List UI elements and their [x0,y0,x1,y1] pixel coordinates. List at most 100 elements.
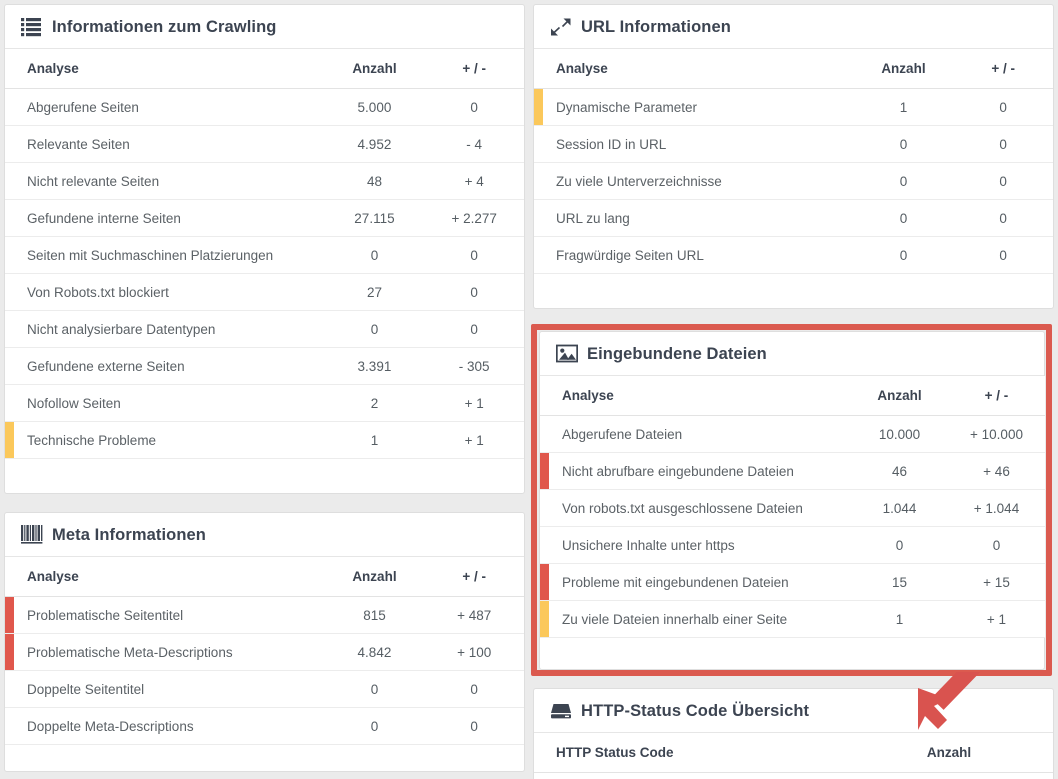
table-row[interactable]: Nicht analysierbare Datentypen 0 0 [5,310,524,348]
row-anzahl-cell: 27.115 [324,199,425,237]
column-header-delta: + / - [424,557,524,597]
row-anzahl-cell: 0 [853,199,954,237]
table-row[interactable]: Fragwürdige Seiten URL 0 0 [534,236,1053,274]
row-delta-cell: + 1 [948,600,1045,638]
severity-marker-red [5,597,14,633]
table-row[interactable]: Seiten mit Suchmaschinen Platzierungen 0 0 [5,236,524,274]
row-label-text: Abgerufene Seiten [27,99,139,115]
table-row[interactable]: Relevante Seiten 4.952- 4 [5,125,524,163]
panel-meta-title: Meta Informationen [52,525,206,544]
row-delta-cell: 0 [953,125,1053,163]
row-delta-cell: 0 [948,526,1045,564]
row-label-cell: Gefundene interne Seiten [5,199,325,237]
row-anzahl-cell: 2 [324,384,425,422]
table-row[interactable]: Gefundene interne Seiten 27.115 + 2.277 [5,199,524,237]
column-header-analyse: Analyse [5,557,325,597]
row-delta-cell: + 15 [948,563,1045,601]
row-anzahl-cell: 0 [853,125,954,163]
row-label-text: Von Robots.txt blockiert [27,284,169,300]
row-anzahl-cell: 3.391 [324,347,425,385]
row-label-cell: Problematische Seitentitel [5,596,325,634]
row-label-text: Seiten mit Suchmaschinen Platzierungen [27,247,274,263]
row-anzahl-cell: 46 [851,452,948,490]
row-label-cell: Fragwürdige Seiten URL [534,236,854,274]
row-delta-cell: + 487 [424,596,524,634]
row-label-text: Doppelte Seitentitel [27,681,145,697]
panel-files-title: Eingebundene Dateien [587,344,767,363]
row-anzahl-cell: 0 [324,236,425,274]
row-label-text: Nicht abrufbare eingebundene Dateien [562,463,794,479]
row-label-cell: Nicht abrufbare eingebundene Dateien [540,452,851,490]
row-delta-cell: 0 [953,236,1053,274]
row-delta-cell: 0 [424,670,524,708]
table-row[interactable]: Nicht relevante Seiten 48 + 4 [5,162,524,200]
table-header-row: Analyse Anzahl + / - [534,49,1053,89]
row-delta-cell: + 1 [424,421,524,459]
table-row[interactable]: Dynamische Parameter 1 0 [534,88,1053,126]
table-header-row: HTTP Status Code Anzahl [534,733,1053,773]
panel-http-status: HTTP-Status Code Übersicht HTTP Status C… [533,688,1054,779]
row-label-cell: Technische Probleme [5,421,325,459]
table-row[interactable]: Nicht abrufbare eingebundene Dateien 46 + … [540,452,1045,490]
row-label-text: Session ID in URL [556,136,667,152]
table-row[interactable]: Problematische Meta-Descriptions 4.842 + 1… [5,633,524,671]
image-icon [556,343,578,365]
row-delta-cell: + 1 [424,384,524,422]
row-label-text: Dynamische Parameter [556,99,698,115]
row-anzahl-cell: 1 [853,88,954,126]
dashboard-root: Informationen zum Crawling Analyse Anzah… [0,0,1058,779]
table-row[interactable]: Doppelte Meta-Descriptions 0 0 [5,707,524,745]
severity-marker-red [540,564,549,600]
panel-meta-informationen: Meta Informationen Analyse Anzahl + / - … [4,512,525,772]
table-row[interactable] [534,772,1053,779]
table-row[interactable]: Probleme mit eingebundenen Dateien 15 + 15 [540,563,1045,601]
crawling-table-body: Abgerufene Seiten 5.000 0 Relevante Seiten 4… [5,88,524,459]
barcode-icon [21,524,43,546]
row-anzahl-cell: 5.000 [324,88,425,126]
table-row[interactable]: Problematische Seitentitel 815 + 487 [5,596,524,634]
row-delta-cell: 0 [953,199,1053,237]
row-label-cell: Unsichere Inhalte unter https [540,526,851,564]
table-row[interactable]: Nofollow Seiten 2 + 1 [5,384,524,422]
table-row[interactable]: Doppelte Seitentitel 0 0 [5,670,524,708]
row-label-text: Problematische Meta-Descriptions [27,644,233,660]
row-anzahl-cell: 0 [324,310,425,348]
row-anzahl-cell: 0 [853,162,954,200]
panel-eingebundene-dateien: Eingebundene Dateien Analyse Anzahl + / … [539,331,1045,670]
row-anzahl-cell: 10.000 [851,415,948,453]
row-delta-cell: 0 [953,162,1053,200]
row-anzahl-cell: 0 [851,526,948,564]
row-delta-cell: 0 [424,236,524,274]
row-label-text: Zu viele Unterverzeichnisse [556,173,722,189]
row-delta-cell: + 10.000 [948,415,1045,453]
table-row[interactable]: Von robots.txt ausgeschlossene Dateien 1.… [540,489,1045,527]
table-row[interactable]: Gefundene externe Seiten 3.391- 305 [5,347,524,385]
row-label-cell: Doppelte Meta-Descriptions [5,707,325,745]
table-row[interactable]: Abgerufene Dateien 10.000 + 10.000 [540,415,1045,453]
row-label-text: Zu viele Dateien innerhalb einer Seite [562,611,788,627]
table-row[interactable]: Zu viele Unterverzeichnisse 0 0 [534,162,1053,200]
table-row[interactable]: URL zu lang 0 0 [534,199,1053,237]
table-row[interactable]: Abgerufene Seiten 5.000 0 [5,88,524,126]
row-label-text: Problematische Seitentitel [27,607,184,623]
panel-http-title: HTTP-Status Code Übersicht [581,701,810,720]
row-anzahl-cell: 1.044 [851,489,948,527]
row-label-text: Gefundene externe Seiten [27,358,185,374]
table-header-row: Analyse Anzahl + / - [540,376,1045,416]
table-row[interactable]: Von Robots.txt blockiert 27 0 [5,273,524,311]
files-table-body: Abgerufene Dateien 10.000 + 10.000 Nicht ab… [540,415,1045,638]
severity-marker-yellow [534,89,543,125]
row-label-text: Probleme mit eingebundenen Dateien [562,574,789,590]
table-row[interactable]: Session ID in URL 0 0 [534,125,1053,163]
row-label-cell: Nicht relevante Seiten [5,162,325,200]
table-row[interactable]: Unsichere Inhalte unter https 0 0 [540,526,1045,564]
table-row[interactable]: Zu viele Dateien innerhalb einer Seite 1 +… [540,600,1045,638]
row-anzahl-cell: 15 [851,563,948,601]
http-status-code-cell [534,772,845,779]
table-row[interactable]: Technische Probleme 1 + 1 [5,421,524,459]
row-label-text: Von robots.txt ausgeschlossene Dateien [562,500,803,516]
http-status-table: HTTP Status Code Anzahl [534,733,1053,779]
row-delta-cell: 0 [424,273,524,311]
column-header-delta: + / - [948,376,1045,416]
row-delta-cell: + 100 [424,633,524,671]
